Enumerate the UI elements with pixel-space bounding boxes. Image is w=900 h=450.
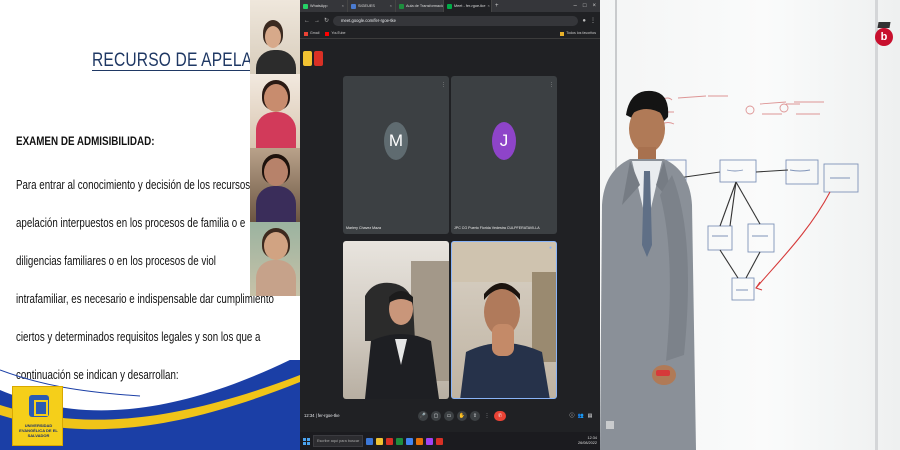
chrome-icon[interactable]	[386, 437, 393, 445]
forward-icon[interactable]: →	[314, 18, 320, 24]
university-logo-text: UNIVERSIDAD EVANGÉLICA DE EL SALVADOR	[19, 423, 58, 438]
whatsapp-icon	[303, 3, 308, 9]
browser-tab[interactable]: Aula de Transformación SEMI×	[396, 0, 444, 12]
meeting-code: 12:34 | fer-rgoe-tke	[304, 413, 340, 418]
participant-name: Marlery Chavez Maza	[346, 226, 381, 230]
channel-logo: b	[873, 22, 895, 52]
browser-tab-label: Aula de Transformación SEMI	[406, 4, 444, 8]
mic-icon[interactable]: 🎤	[418, 411, 428, 421]
speaking-icon: ●	[549, 245, 553, 251]
url-input[interactable]: meet.google.com/fer-rgoe-tke	[333, 15, 579, 26]
participant-video[interactable]	[250, 148, 300, 222]
app-icon[interactable]	[396, 437, 403, 445]
close-icon[interactable]: ×	[487, 0, 489, 12]
app-icon[interactable]	[436, 437, 443, 445]
screenshot-root: RECURSO DE APELACIÓN EXAMEN DE ADMISIBIL…	[0, 0, 900, 450]
clock-date: 26/08/2022	[577, 441, 597, 445]
participant-video[interactable]	[250, 0, 300, 74]
minimize-icon[interactable]: –	[574, 3, 577, 9]
slide-line: apelación interpuestos en los procesos d…	[16, 216, 246, 230]
university-logo: UNIVERSIDAD EVANGÉLICA DE EL SALVADOR	[12, 386, 63, 446]
participant-name: JPC CG Puerto Florida Vedestra CULPFERAT…	[454, 226, 540, 230]
site-icon	[399, 3, 404, 9]
brand-letter: b	[875, 28, 893, 46]
app-icon[interactable]	[406, 437, 413, 445]
close-icon[interactable]: ×	[342, 0, 344, 12]
person-video	[452, 242, 556, 398]
windows-start-icon[interactable]	[303, 437, 310, 445]
chat-icon[interactable]: ▤	[586, 411, 594, 421]
presenter-figure	[600, 90, 696, 450]
new-tab-button[interactable]: +	[492, 3, 502, 9]
bookmark-label: YouTube	[331, 31, 346, 36]
browser-tab-label: SIGEUES	[358, 4, 375, 8]
end-call-icon[interactable]: ✆	[494, 411, 506, 421]
people-icon[interactable]: 👥	[577, 411, 585, 421]
maximize-icon[interactable]: □	[583, 3, 587, 9]
close-icon[interactable]: ×	[390, 0, 392, 12]
more-icon[interactable]: ⋮	[549, 82, 554, 88]
browser-tab-label: WhatsApp	[310, 4, 328, 8]
participant-video[interactable]	[250, 222, 300, 296]
browser-tab[interactable]: SIGEUES ×	[348, 0, 396, 12]
shared-desktop: WhatsApp × SIGEUES × Aula de Transformació…	[300, 0, 600, 450]
more-options-icon[interactable]: ⋮	[483, 411, 491, 421]
record-icon[interactable]	[314, 51, 323, 66]
info-icon[interactable]: ⓘ	[568, 411, 576, 421]
avatar: J	[492, 122, 516, 160]
browser-tab[interactable]: WhatsApp ×	[300, 0, 348, 12]
bookmark-gmail[interactable]: Gmail	[304, 31, 320, 36]
bookmark-label: Todos los favoritos	[566, 31, 596, 36]
participant-video-tile-active[interactable]: ●	[451, 241, 557, 399]
gmail-icon	[304, 31, 308, 36]
browser-tab-active[interactable]: Meet - fer-rgoe-tke ×	[444, 0, 492, 12]
windows-taskbar: Escribe aquí para buscar 12:34 26/08/202…	[300, 432, 600, 450]
site-icon	[351, 3, 356, 9]
reload-icon[interactable]: ↻	[324, 17, 329, 24]
bookmark-all[interactable]: Todos los favoritos	[560, 31, 596, 36]
shield-icon	[29, 395, 49, 417]
bookmark-youtube[interactable]: YouTube	[325, 31, 346, 36]
youtube-icon	[325, 31, 330, 36]
meet-icon	[447, 3, 452, 9]
avatar: M	[384, 122, 408, 160]
camera-icon[interactable]: ▢	[431, 411, 441, 421]
task-view-icon[interactable]	[366, 437, 373, 445]
app-icon[interactable]	[416, 437, 423, 445]
bookmark-label: Gmail	[310, 31, 320, 36]
captions-icon[interactable]: ▭	[444, 411, 454, 421]
presentation-slide: RECURSO DE APELACIÓN EXAMEN DE ADMISIBIL…	[0, 0, 300, 450]
meet-control-bar: 12:34 | fer-rgoe-tke 🎤 ▢ ▭ ✋ ⇪ ⋮ ✆ ⓘ 👥 ▤	[300, 405, 600, 429]
slide-line: Para entrar al conocimiento y decisión d…	[16, 178, 251, 192]
slide-subtitle: EXAMEN DE ADMISIBILIDAD:	[16, 134, 155, 148]
participant-video-tile[interactable]	[343, 241, 449, 399]
back-icon[interactable]: ←	[304, 18, 310, 24]
address-bar-row: ← → ↻ meet.google.com/fer-rgoe-tke ● ⋮	[300, 12, 600, 29]
participant-tile[interactable]: M Marlery Chavez Maza ⋮	[343, 76, 449, 234]
participant-strip	[250, 0, 300, 300]
browser-tab-bar: WhatsApp × SIGEUES × Aula de Transformació…	[300, 0, 600, 12]
slide-line: intrafamiliar, es necesario e indispensa…	[16, 292, 274, 306]
whiteboard-panel: b	[600, 0, 900, 450]
bookmarks-bar: Gmail YouTube Todos los favoritos	[300, 29, 600, 39]
hand-icon[interactable]	[303, 51, 312, 66]
more-icon[interactable]: ⋮	[441, 82, 446, 88]
slide-line: diligencias familiares o en los procesos…	[16, 254, 216, 268]
close-window-icon[interactable]: ×	[592, 3, 596, 9]
window-controls: – □ ×	[574, 3, 600, 9]
browser-tab-label: Meet - fer-rgoe-tke	[454, 4, 486, 8]
taskbar-clock[interactable]: 12:34 26/08/2022	[578, 436, 597, 446]
profile-icon[interactable]: ●	[582, 18, 586, 24]
menu-icon[interactable]: ⋮	[590, 17, 596, 24]
raise-hand-icon[interactable]: ✋	[457, 411, 467, 421]
person-video	[365, 261, 449, 399]
taskbar-search-input[interactable]: Escribe aquí para buscar	[313, 435, 363, 447]
folder-icon	[560, 31, 565, 36]
participant-video[interactable]	[250, 74, 300, 148]
meet-side-buttons	[303, 51, 323, 66]
present-icon[interactable]: ⇪	[470, 411, 480, 421]
app-icon[interactable]	[426, 437, 433, 445]
participant-tile[interactable]: J JPC CG Puerto Florida Vedestra CULPFER…	[451, 76, 557, 234]
file-explorer-icon[interactable]	[376, 437, 383, 445]
